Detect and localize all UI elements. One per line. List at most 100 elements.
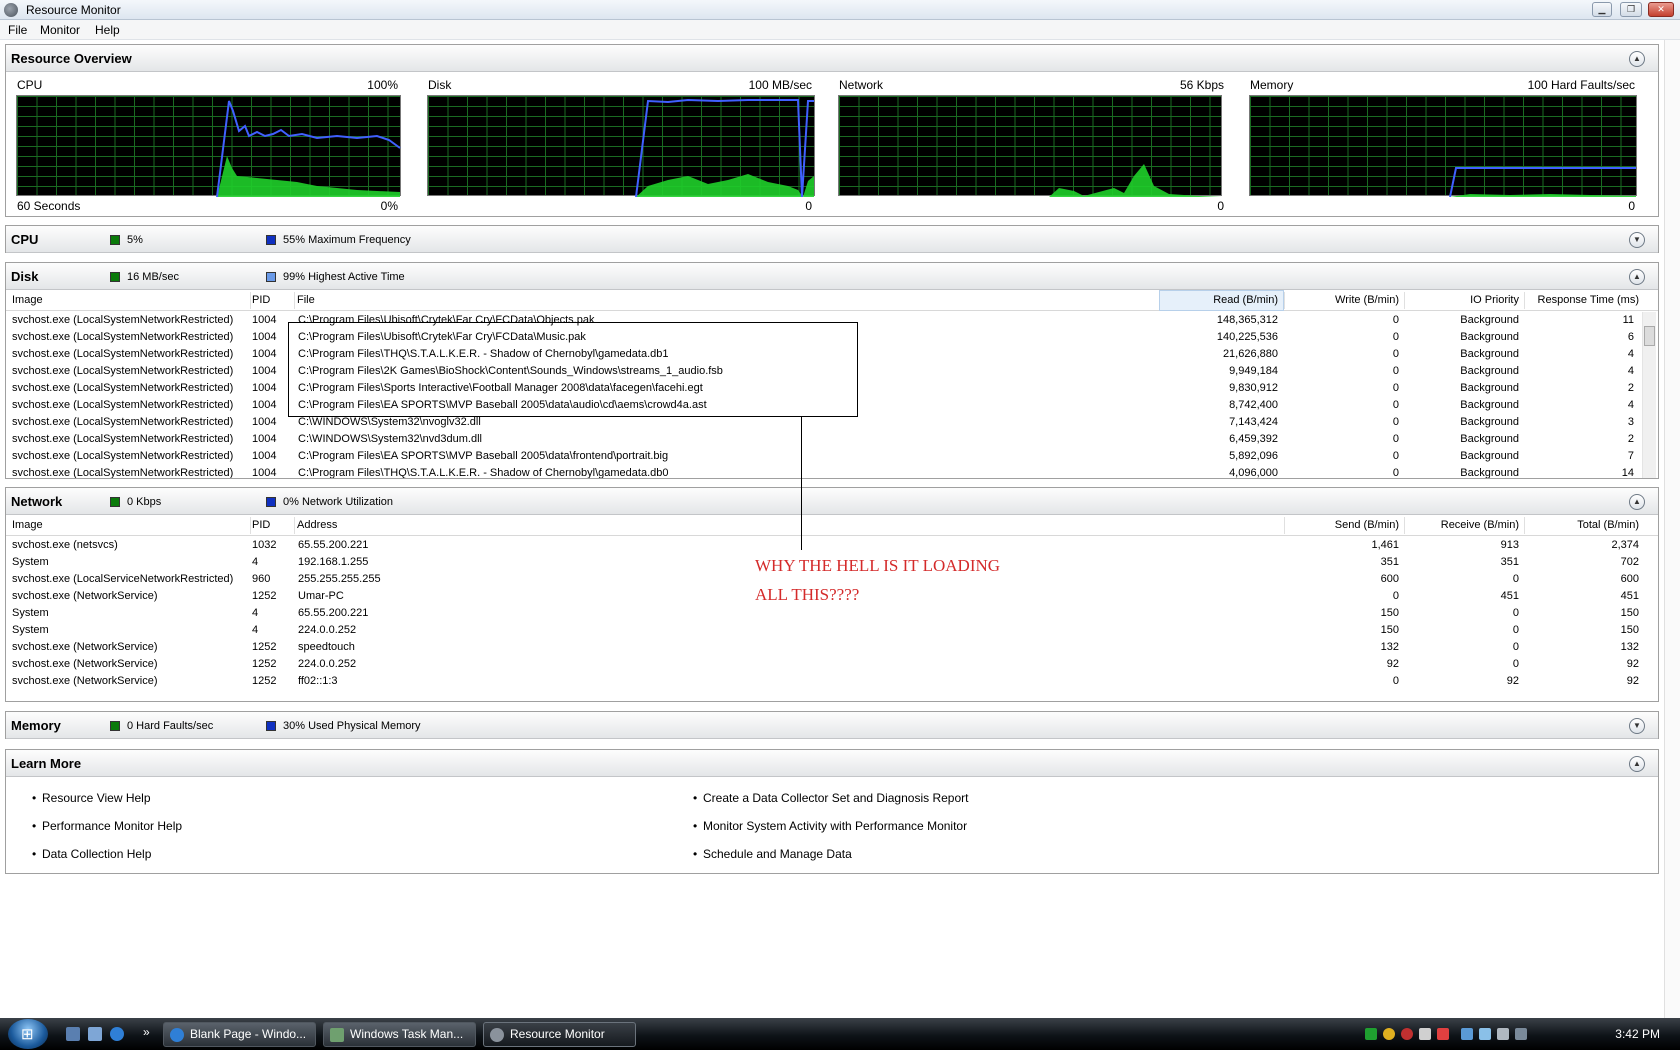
clock[interactable]: 3:42 PM xyxy=(1615,1027,1660,1041)
cell-image: svchost.exe (LocalSystemNetworkRestricte… xyxy=(12,399,234,411)
disk-header[interactable]: Disk 16 MB/sec 99% Highest Active Time ▲ xyxy=(6,263,1658,290)
menu-help[interactable]: Help xyxy=(95,23,120,37)
collapse-icon[interactable]: ▲ xyxy=(1629,756,1645,772)
link-monitor-system-activity[interactable]: Monitor System Activity with Performance… xyxy=(693,819,967,833)
switch-windows-icon[interactable] xyxy=(88,1027,102,1041)
cell-address: speedtouch xyxy=(298,641,355,653)
cell-read: 148,365,312 xyxy=(1216,314,1278,326)
start-button[interactable]: ⊞ xyxy=(8,1019,48,1049)
col-pid[interactable]: PID xyxy=(252,294,270,306)
cell-pid: 1252 xyxy=(252,658,277,670)
cpu-graph xyxy=(16,95,401,197)
link-resource-view-help[interactable]: Resource View Help xyxy=(32,791,150,805)
cell-pid: 1252 xyxy=(252,641,277,653)
col-write[interactable]: Write (B/min) xyxy=(1286,294,1399,306)
cell-response-time: 2 xyxy=(1627,382,1634,394)
memory-header[interactable]: Memory 0 Hard Faults/sec 30% Used Physic… xyxy=(6,712,1658,739)
tray-app-icon[interactable] xyxy=(1365,1028,1377,1040)
cell-image: System xyxy=(12,624,49,636)
cell-io-priority: Background xyxy=(1460,416,1519,428)
learn-more-header[interactable]: Learn More ▲ xyxy=(6,750,1658,777)
memory-panel: Memory 0 Hard Faults/sec 30% Used Physic… xyxy=(5,711,1659,739)
tray-app-icon[interactable] xyxy=(1383,1028,1395,1040)
cell-address: 65.55.200.221 xyxy=(298,607,369,619)
cell-total: 600 xyxy=(1620,573,1639,585)
annotation-text-line1: WHY THE HELL IS IT LOADING xyxy=(755,556,1001,575)
col-receive[interactable]: Receive (B/min) xyxy=(1406,519,1519,531)
cell-pid: 1004 xyxy=(252,314,277,326)
cell-io-priority: Background xyxy=(1460,433,1519,445)
menu-file[interactable]: File xyxy=(8,23,27,37)
taskbar: ⊞ » Blank Page - Windo... Windows Task M… xyxy=(0,1018,1680,1050)
taskbar-button-resource-monitor[interactable]: Resource Monitor xyxy=(483,1022,636,1047)
table-row[interactable]: svchost.exe (NetworkService) 1252 speedtou… xyxy=(6,639,1639,656)
disk-graph-min: 0 xyxy=(805,199,812,213)
window-scrollbar[interactable] xyxy=(1664,40,1680,1018)
memory-graph xyxy=(1249,95,1637,197)
disk-scrollbar[interactable] xyxy=(1642,312,1656,478)
cell-pid: 1004 xyxy=(252,467,277,478)
title-bar: Resource Monitor ▁ ❐ ✕ xyxy=(0,0,1680,20)
col-io-priority[interactable]: IO Priority xyxy=(1406,294,1519,306)
cell-send: 351 xyxy=(1380,556,1399,568)
col-read[interactable]: Read (B/min) xyxy=(1166,294,1278,306)
minimize-button[interactable]: ▁ xyxy=(1592,2,1612,17)
tray-app-icon[interactable] xyxy=(1401,1028,1413,1040)
col-address[interactable]: Address xyxy=(297,519,337,531)
tray-app-icon[interactable] xyxy=(1461,1028,1473,1040)
cell-response-time: 3 xyxy=(1627,416,1634,428)
cpu-graph-min: 0% xyxy=(380,199,398,213)
cell-receive: 451 xyxy=(1500,590,1519,602)
table-row[interactable]: System 4 224.0.0.252 150 0 150 xyxy=(6,622,1639,639)
cpu-header[interactable]: CPU 5% 55% Maximum Frequency ▼ xyxy=(6,226,1658,253)
tray-app-icon[interactable] xyxy=(1515,1028,1527,1040)
volume-icon[interactable] xyxy=(1497,1028,1509,1040)
taskbar-button-task-manager[interactable]: Windows Task Man... xyxy=(323,1022,476,1047)
cell-send: 132 xyxy=(1380,641,1399,653)
panel-title: Memory xyxy=(11,718,61,733)
table-row[interactable]: svchost.exe (netsvcs) 1032 65.55.200.221 1,… xyxy=(6,537,1639,554)
col-image[interactable]: Image xyxy=(12,519,43,531)
cell-pid: 1252 xyxy=(252,590,277,602)
table-row[interactable]: svchost.exe (NetworkService) 1252 224.0.0.… xyxy=(6,656,1639,673)
col-image[interactable]: Image xyxy=(12,294,43,306)
col-file[interactable]: File xyxy=(297,294,315,306)
cell-receive: 351 xyxy=(1500,556,1519,568)
resource-overview-header[interactable]: Resource Overview ▲ xyxy=(6,45,1658,72)
collapse-icon[interactable]: ▲ xyxy=(1629,269,1645,285)
quicklaunch-more-icon[interactable]: » xyxy=(143,1025,150,1039)
menu-monitor[interactable]: Monitor xyxy=(40,23,80,37)
table-row[interactable]: svchost.exe (NetworkService) 1252 ff02::1:… xyxy=(6,673,1639,690)
col-pid[interactable]: PID xyxy=(252,519,270,531)
table-row[interactable]: svchost.exe (LocalSystemNetworkRestricte… xyxy=(6,448,1636,465)
collapse-icon[interactable]: ▲ xyxy=(1629,494,1645,510)
collapse-icon[interactable]: ▲ xyxy=(1629,51,1645,67)
table-row[interactable]: svchost.exe (LocalSystemNetworkRestricte… xyxy=(6,465,1636,478)
taskbar-button-blank-page[interactable]: Blank Page - Windo... xyxy=(163,1022,316,1047)
scroll-thumb[interactable] xyxy=(1644,326,1655,346)
col-response-time[interactable]: Response Time (ms) xyxy=(1526,294,1639,306)
cell-read: 21,626,880 xyxy=(1222,348,1278,360)
close-button[interactable]: ✕ xyxy=(1648,2,1674,17)
expand-icon[interactable]: ▼ xyxy=(1629,232,1645,248)
show-desktop-icon[interactable] xyxy=(66,1027,80,1041)
expand-icon[interactable]: ▼ xyxy=(1629,718,1645,734)
internet-explorer-icon[interactable] xyxy=(110,1027,124,1041)
cell-file: C:\Program Files\EA SPORTS\MVP Baseball … xyxy=(298,450,669,462)
cell-io-priority: Background xyxy=(1460,382,1519,394)
link-performance-monitor-help[interactable]: Performance Monitor Help xyxy=(32,819,182,833)
restore-button[interactable]: ❐ xyxy=(1620,2,1642,17)
tray-app-icon[interactable] xyxy=(1419,1028,1431,1040)
network-icon[interactable] xyxy=(1479,1028,1491,1040)
table-row[interactable]: System 4 65.55.200.221 150 0 150 xyxy=(6,605,1639,622)
windows-logo-icon: ⊞ xyxy=(21,1026,34,1043)
col-send[interactable]: Send (B/min) xyxy=(1286,519,1399,531)
table-row[interactable]: svchost.exe (LocalSystemNetworkRestricte… xyxy=(6,431,1636,448)
cell-address: 255.255.255.255 xyxy=(298,573,381,585)
tray-app-icon[interactable] xyxy=(1437,1028,1449,1040)
link-schedule-manage-data[interactable]: Schedule and Manage Data xyxy=(693,847,852,861)
link-data-collection-help[interactable]: Data Collection Help xyxy=(32,847,151,861)
col-total[interactable]: Total (B/min) xyxy=(1526,519,1639,531)
network-header[interactable]: Network 0 Kbps 0% Network Utilization ▲ xyxy=(6,488,1658,515)
link-create-data-collector-set[interactable]: Create a Data Collector Set and Diagnosi… xyxy=(693,791,969,805)
